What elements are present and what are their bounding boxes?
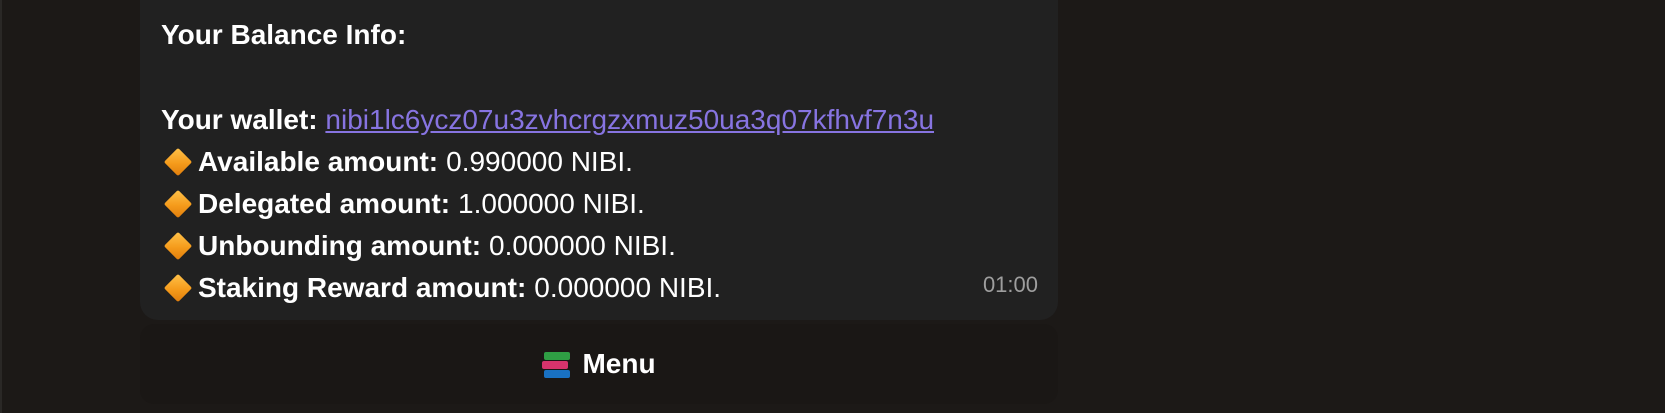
wallet-address-link[interactable]: nibi1lc6ycz07u3zvhcrgzxmuz50ua3q07kfhvf7… xyxy=(325,104,934,135)
orange-diamond-icon xyxy=(163,231,193,261)
balance-label: Unbounding amount: xyxy=(198,230,482,261)
window-edge xyxy=(0,0,2,413)
balance-row-delegated: Delegated amount: 1.000000 NIBI. xyxy=(161,183,1038,225)
balance-row-unbounding: Unbounding amount: 0.000000 NIBI. xyxy=(161,225,1038,267)
orange-diamond-icon xyxy=(163,273,193,303)
wallet-label: Your wallet: xyxy=(161,104,318,135)
balance-value: 1.000000 NIBI. xyxy=(458,188,645,219)
menu-button[interactable]: Menu xyxy=(140,324,1058,404)
message-bubble: Your Balance Info: Your wallet: nibi1lc6… xyxy=(140,0,1058,320)
orange-diamond-icon xyxy=(163,147,193,177)
menu-button-label: Menu xyxy=(582,348,656,379)
balance-row-staking-reward: Staking Reward amount: 0.000000 NIBI. xyxy=(161,267,1038,309)
message-heading: Your Balance Info: xyxy=(161,19,407,50)
balance-label: Delegated amount: xyxy=(198,188,451,219)
balance-label: Staking Reward amount: xyxy=(198,272,527,303)
balance-value: 0.000000 NIBI. xyxy=(534,272,722,303)
balance-value: 0.000000 NIBI. xyxy=(489,230,676,261)
books-icon xyxy=(542,349,572,379)
orange-diamond-icon xyxy=(163,189,193,219)
balance-row-available: Available amount: 0.990000 NIBI. xyxy=(161,141,1038,183)
message-timestamp: 01:00 xyxy=(982,272,1038,297)
balance-value: 0.990000 NIBI. xyxy=(446,146,633,177)
balance-label: Available amount: xyxy=(198,146,439,177)
wallet-line: Your wallet: nibi1lc6ycz07u3zvhcrgzxmuz5… xyxy=(161,99,1038,141)
